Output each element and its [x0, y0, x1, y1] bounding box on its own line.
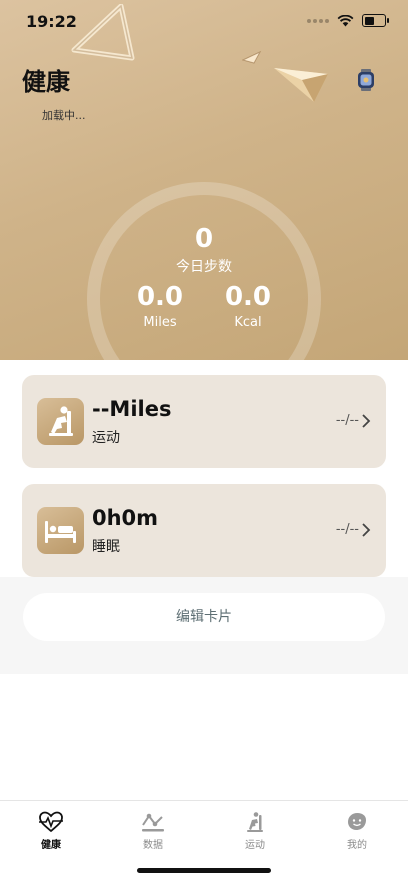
kcal-label: Kcal [234, 315, 262, 330]
exercise-card[interactable]: --Miles 运动 --/-- [22, 375, 386, 468]
exercise-icon [49, 406, 73, 436]
decorative-triangle-small [242, 50, 262, 64]
profile-face-icon [348, 813, 366, 830]
decorative-shard [274, 68, 328, 102]
exercise-label: 运动 [92, 430, 120, 446]
edit-cards-button[interactable]: 编辑卡片 [23, 593, 385, 641]
kcal-value: 0.0 [224, 282, 272, 312]
sleep-icon [45, 521, 76, 543]
tab-label: 数据 [143, 840, 163, 851]
chevron-right-icon [362, 414, 371, 428]
tab-label: 健康 [41, 840, 61, 851]
status-time: 19:22 [26, 12, 77, 31]
sleep-duration: 0h0m [92, 506, 159, 530]
watch-icon[interactable] [354, 68, 378, 92]
tab-profile[interactable]: 我的 [306, 807, 408, 859]
tab-exercise[interactable]: 运动 [204, 807, 306, 859]
steps-label: 今日步数 [176, 259, 232, 275]
tab-data[interactable]: 数据 [102, 807, 204, 859]
data-chart-icon [142, 813, 164, 832]
tab-label: 运动 [245, 840, 265, 851]
card-icon-container [37, 398, 84, 445]
chevron-right-icon [362, 523, 371, 537]
cellular-signal-icon [307, 18, 329, 23]
exercise-icon [247, 812, 263, 832]
home-indicator [137, 868, 271, 873]
sleep-status: --/-- [335, 522, 359, 537]
exercise-distance: --Miles [92, 397, 172, 421]
heart-pulse-icon [39, 811, 63, 833]
tab-health[interactable]: 健康 [0, 807, 102, 859]
sleep-label: 睡眠 [92, 539, 120, 555]
card-icon-container [37, 507, 84, 554]
battery-icon [362, 14, 389, 27]
loading-status: 加载中... [42, 109, 86, 122]
steps-value: 0 [194, 224, 214, 254]
tab-label: 我的 [347, 840, 367, 851]
status-bar: 19:22 [0, 0, 408, 44]
sleep-card[interactable]: 0h0m 睡眠 --/-- [22, 484, 386, 577]
exercise-status: --/-- [335, 413, 359, 428]
miles-value: 0.0 [136, 282, 184, 312]
hero-banner [0, 0, 408, 360]
wifi-icon [337, 14, 354, 26]
page-title: 健康 [22, 68, 70, 96]
miles-label: Miles [143, 315, 177, 330]
